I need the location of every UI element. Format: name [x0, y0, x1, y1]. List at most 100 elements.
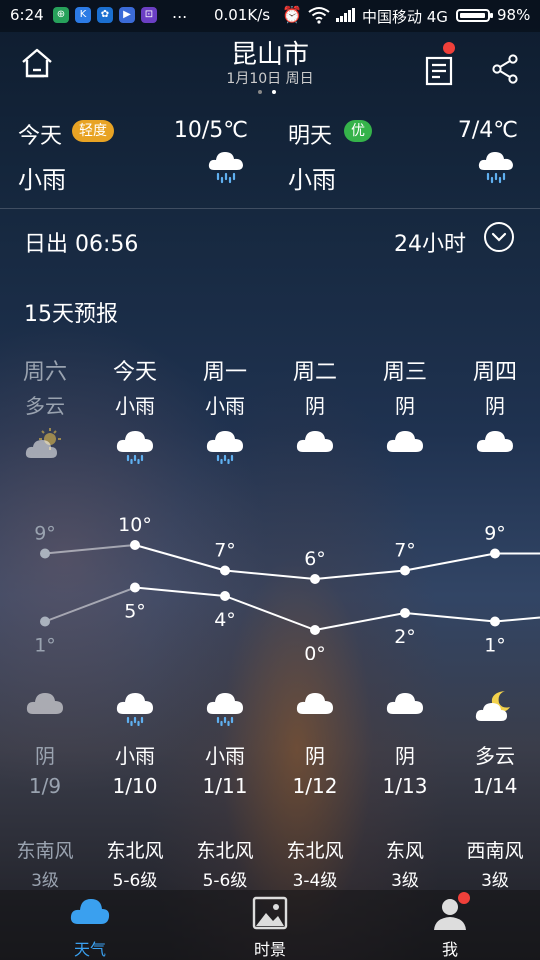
forecast-night-condition: 阴 [35, 744, 55, 768]
moon-cloud-icon [475, 691, 510, 721]
tab-scenery[interactable]: 时景 [180, 890, 360, 960]
forecast-weekday: 周四 [472, 360, 517, 385]
low-line-segment [404, 612, 496, 623]
hourly-toggle-label[interactable]: 24小时 [394, 226, 466, 258]
app-icon-blue-2: ✿ [97, 7, 113, 23]
picture-tab-icon [252, 896, 288, 930]
today-aqi-badge: 轻度 [72, 120, 114, 142]
wifi-icon [308, 7, 330, 24]
low-temp-label: 1° [484, 635, 506, 657]
forecast-day-condition: 小雨 [205, 394, 245, 418]
forecast-wind-level: 5-6级 [112, 871, 158, 891]
cloud-tab-icon [70, 899, 110, 924]
divider [0, 208, 540, 209]
city-name[interactable]: 昆山市 [0, 34, 540, 71]
tab-me-label: 我 [441, 940, 458, 959]
tomorrow-summary[interactable]: 明天 优 7/4℃ 小雨 [288, 112, 528, 202]
low-line-segment [224, 595, 316, 631]
profile-badge [458, 892, 470, 904]
low-temp-point [310, 625, 320, 635]
high-temp-point [130, 540, 140, 550]
forecast-wind-level: 3级 [391, 871, 419, 891]
low-temp-label: 0° [304, 643, 326, 660]
forecast-day-icon [475, 426, 515, 468]
high-line-segment [314, 569, 406, 580]
forecast-weekday: 今天 [112, 360, 157, 385]
forecast-night-condition: 小雨 [205, 744, 245, 768]
forecast-night-condition: 阴 [395, 744, 415, 768]
page-indicator [258, 90, 276, 94]
forecast-title: 15天预报 [24, 302, 118, 327]
more-notifications-icon: ... [172, 3, 188, 22]
forecast-day-condition: 小雨 [115, 394, 155, 418]
today-temp-range: 10/5℃ [173, 118, 248, 143]
high-line-segment [134, 544, 226, 572]
battery-icon [456, 9, 493, 22]
app-icon-purple: ⊡ [141, 7, 157, 23]
low-line-segment [134, 586, 226, 597]
low-temp-label: 1° [34, 635, 56, 657]
low-line-segment [44, 586, 136, 623]
high-temp-label: 9° [484, 523, 506, 545]
forecast-day-icon [385, 426, 425, 468]
forecast-date: 1/12 [292, 774, 338, 798]
net-speed: 0.01K/s [214, 6, 271, 24]
forecast-wind-direction: 东风 [385, 840, 424, 862]
rain-cloud-icon [116, 693, 153, 727]
low-temp-point [40, 616, 50, 627]
cloud-icon [386, 431, 423, 452]
notification-icons: ⊕ K ✿ ▶ ⊡ [53, 7, 157, 23]
forecast-wind-direction: 东南风 [16, 840, 74, 862]
sunrise-time: 日出 06:56 [24, 232, 139, 257]
tab-weather-label: 天气 [73, 940, 106, 959]
tomorrow-temp-range: 7/4℃ [457, 118, 518, 143]
cloud-icon [296, 431, 333, 452]
low-temp-label: 4° [214, 609, 236, 631]
forecast-day-condition: 阴 [305, 394, 325, 418]
low-temp-label: 2° [394, 626, 416, 648]
cloud-icon [26, 693, 63, 714]
alarm-icon: ⏰ [282, 5, 302, 24]
high-temp-label: 7° [214, 540, 236, 562]
cloud-icon [296, 693, 333, 714]
tomorrow-condition: 小雨 [288, 166, 336, 194]
high-temp-point [220, 565, 230, 576]
high-temp-label: 6° [304, 548, 326, 570]
today-label: 今天 [18, 124, 63, 149]
high-temp-point [490, 548, 500, 559]
tab-me[interactable]: 我 [360, 890, 540, 960]
high-line-segment [224, 569, 316, 580]
page-dot [258, 90, 262, 94]
forecast-wind-direction: 东北风 [106, 840, 164, 862]
rain-cloud-icon [478, 152, 513, 184]
low-temp-point [220, 591, 230, 601]
forecast-weekday: 周六 [22, 360, 67, 385]
share-icon[interactable] [491, 54, 519, 84]
tomorrow-aqi-badge: 优 [344, 120, 372, 142]
signal-icon [336, 8, 355, 22]
forecast-day-icon [295, 426, 335, 468]
high-temp-label: 10° [118, 514, 152, 536]
news-icon[interactable] [425, 54, 455, 86]
forecast-weekday: 周二 [292, 360, 337, 385]
forecast-day-condition: 阴 [395, 394, 415, 418]
today-summary[interactable]: 今天 轻度 10/5℃ 小雨 [18, 112, 258, 202]
app-icon-blue-3: ▶ [119, 7, 135, 23]
current-date: 1月10日 周日 [226, 71, 314, 87]
chevron-down-icon[interactable] [484, 222, 514, 252]
forecast-night-condition: 小雨 [115, 744, 155, 768]
tab-scenery-label: 时景 [253, 940, 286, 959]
high-temp-point [40, 548, 50, 559]
forecast-wind-direction: 西南风 [466, 840, 524, 862]
high-temp-point [400, 565, 410, 576]
forecast-day-icon [115, 426, 155, 468]
rain-cloud-icon [206, 431, 243, 465]
tab-bar: 天气 时景 我 [0, 890, 540, 960]
low-temp-point [490, 616, 500, 627]
forecast-night-condition: 多云 [475, 744, 515, 768]
high-temp-label: 7° [394, 540, 416, 562]
status-time: 6:24 [10, 6, 44, 24]
tab-weather[interactable]: 天气 [0, 890, 180, 960]
forecast-night-condition: 阴 [305, 744, 325, 768]
rain-cloud-icon [208, 152, 243, 184]
